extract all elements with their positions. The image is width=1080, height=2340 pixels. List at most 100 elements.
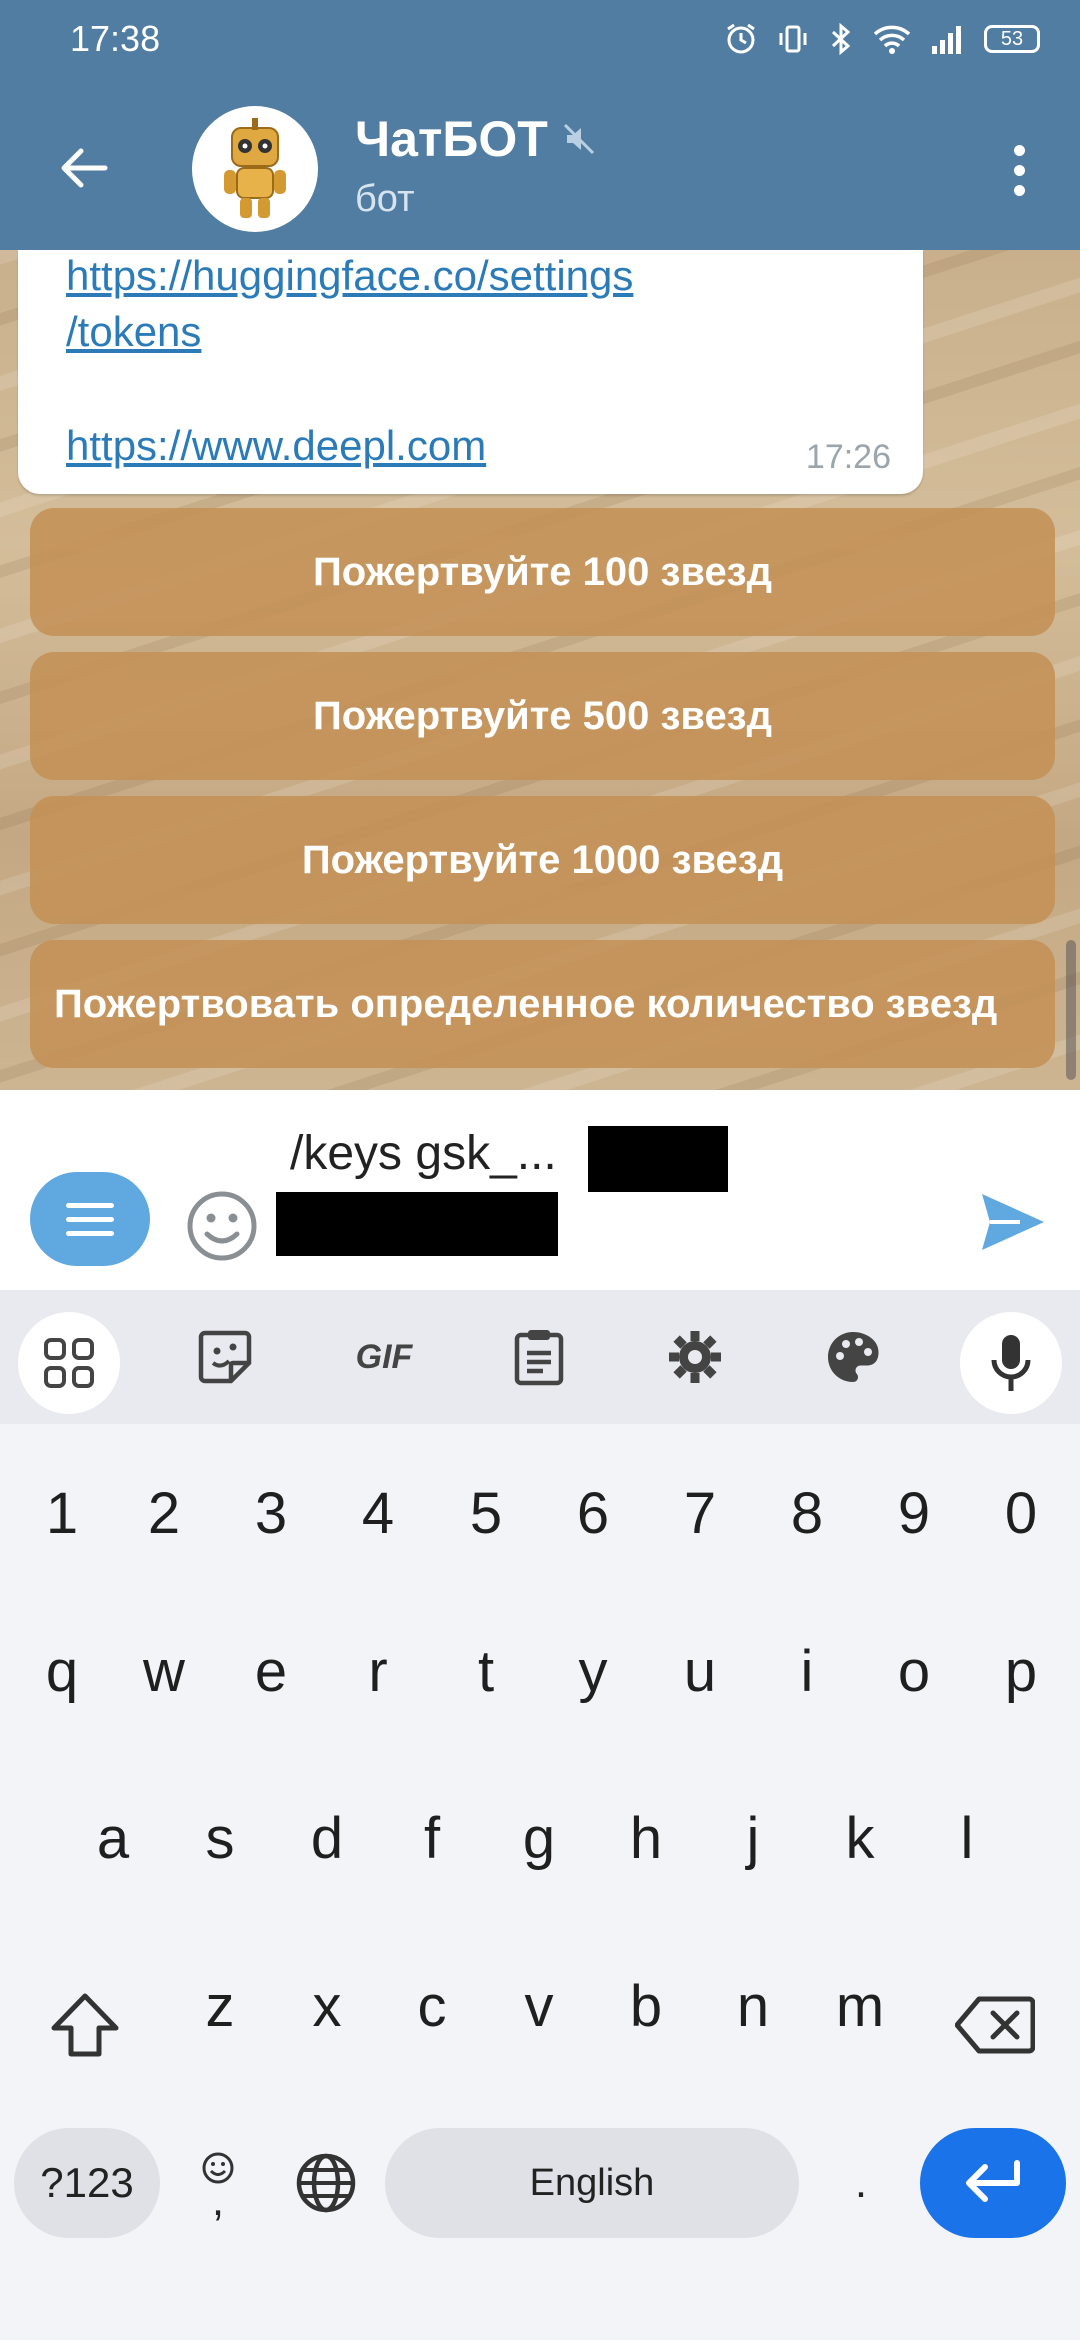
battery-indicator: 53 xyxy=(984,25,1040,53)
key-k[interactable]: k xyxy=(820,1805,900,1872)
chat-subtitle: бот xyxy=(355,178,415,220)
shift-key[interactable] xyxy=(30,1970,140,2080)
bot-menu-button[interactable] xyxy=(30,1172,150,1266)
key-3[interactable]: 3 xyxy=(231,1480,311,1547)
key-9[interactable]: 9 xyxy=(874,1480,954,1547)
key-x[interactable]: x xyxy=(287,1973,367,2040)
dot xyxy=(1013,144,1025,156)
key-2[interactable]: 2 xyxy=(124,1480,204,1547)
key-s[interactable]: s xyxy=(180,1805,260,1872)
redacted-block xyxy=(276,1192,558,1256)
arrow-left-icon xyxy=(61,148,108,188)
key-e[interactable]: e xyxy=(231,1638,311,1705)
globe-icon xyxy=(296,2153,356,2213)
key-z[interactable]: z xyxy=(180,1973,260,2040)
donate-500-button[interactable]: Пожертвуйте 500 звезд xyxy=(30,652,1055,780)
apps-grid-button[interactable] xyxy=(18,1312,120,1414)
signal-icon xyxy=(930,22,966,56)
send-button[interactable] xyxy=(978,1190,1046,1259)
dot xyxy=(1013,184,1025,196)
voice-input-button[interactable] xyxy=(960,1312,1062,1414)
key-0[interactable]: 0 xyxy=(981,1480,1061,1547)
key-g[interactable]: g xyxy=(499,1805,579,1872)
key-a[interactable]: a xyxy=(73,1805,153,1872)
gear-icon xyxy=(669,1331,721,1383)
donate-100-button[interactable]: Пожертвуйте 100 звезд xyxy=(30,508,1055,636)
robot-icon xyxy=(224,118,286,218)
link-huggingface[interactable]: https://huggingface.co/settings xyxy=(66,250,633,304)
sticker-icon xyxy=(198,1330,252,1384)
sticker-button[interactable] xyxy=(192,1324,258,1390)
menu-line xyxy=(66,1230,114,1236)
key-6[interactable]: 6 xyxy=(553,1480,633,1547)
back-button[interactable] xyxy=(46,130,122,206)
message-input[interactable]: /keys gsk_... xyxy=(290,1126,557,1181)
period-key[interactable]: . xyxy=(826,2128,896,2238)
menu-line xyxy=(66,1216,114,1222)
key-r[interactable]: r xyxy=(338,1638,418,1705)
vibrate-icon xyxy=(776,22,810,56)
key-p[interactable]: p xyxy=(981,1638,1061,1705)
message-time: 17:26 xyxy=(805,438,891,476)
more-options-button[interactable] xyxy=(984,130,1054,210)
dot xyxy=(1013,164,1025,176)
message-bubble[interactable]: https://huggingface.co/settings /tokens … xyxy=(18,250,923,494)
key-l[interactable]: l xyxy=(927,1805,1007,1872)
key-j[interactable]: j xyxy=(713,1805,793,1872)
link-deepl[interactable]: https://www.deepl.com xyxy=(66,418,486,474)
clipboard-icon xyxy=(514,1330,564,1386)
key-7[interactable]: 7 xyxy=(660,1480,740,1547)
chat-title-text: ЧатБОТ xyxy=(355,111,548,167)
comma-key[interactable]: , xyxy=(182,2128,254,2238)
chat-title[interactable]: ЧатБОТ xyxy=(355,110,596,168)
key-v[interactable]: v xyxy=(499,1973,579,2040)
backspace-key[interactable] xyxy=(940,1970,1050,2080)
link-huggingface-continued[interactable]: /tokens xyxy=(66,304,201,360)
key-n[interactable]: n xyxy=(713,1973,793,2040)
language-key[interactable] xyxy=(286,2138,366,2228)
muted-icon xyxy=(562,110,596,168)
menu-line xyxy=(66,1202,114,1208)
soft-keyboard: GIF 1 2 3 4 5 6 7 8 9 0 q w e r t y u i … xyxy=(0,1290,1080,2340)
scrollbar[interactable] xyxy=(1066,940,1076,1080)
clipboard-button[interactable] xyxy=(506,1324,572,1390)
key-y[interactable]: y xyxy=(553,1638,633,1705)
gif-button[interactable]: GIF xyxy=(344,1324,424,1390)
key-w[interactable]: w xyxy=(124,1638,204,1705)
chat-area[interactable]: https://huggingface.co/settings /tokens … xyxy=(0,250,1080,1090)
key-t[interactable]: t xyxy=(446,1638,526,1705)
grid-icon xyxy=(44,1338,94,1388)
key-4[interactable]: 4 xyxy=(338,1480,418,1547)
key-b[interactable]: b xyxy=(606,1973,686,2040)
donate-custom-button[interactable]: Пожертвовать определенное количество зве… xyxy=(30,940,1055,1068)
key-1[interactable]: 1 xyxy=(22,1480,102,1547)
symbols-key[interactable]: ?123 xyxy=(14,2128,160,2238)
bluetooth-icon xyxy=(828,22,854,56)
key-f[interactable]: f xyxy=(392,1805,472,1872)
key-m[interactable]: m xyxy=(820,1973,900,2040)
status-icons: 53 xyxy=(724,22,1040,56)
avatar[interactable] xyxy=(192,106,318,232)
enter-key[interactable] xyxy=(920,2128,1066,2238)
key-d[interactable]: d xyxy=(287,1805,367,1872)
key-c[interactable]: c xyxy=(392,1973,472,2040)
key-i[interactable]: i xyxy=(767,1638,847,1705)
message-input-bar: /keys gsk_... xyxy=(0,1090,1080,1290)
theme-button[interactable] xyxy=(820,1324,886,1390)
settings-button[interactable] xyxy=(662,1324,728,1390)
space-key[interactable]: English xyxy=(385,2128,799,2238)
shift-icon xyxy=(51,1993,119,2057)
key-u[interactable]: u xyxy=(660,1638,740,1705)
donate-1000-button[interactable]: Пожертвуйте 1000 звезд xyxy=(30,796,1055,924)
keyboard-toolbar: GIF xyxy=(0,1290,1080,1424)
emoji-button[interactable] xyxy=(186,1190,258,1267)
key-5[interactable]: 5 xyxy=(446,1480,526,1547)
alarm-icon xyxy=(724,22,758,56)
key-8[interactable]: 8 xyxy=(767,1480,847,1547)
key-q[interactable]: q xyxy=(22,1638,102,1705)
key-o[interactable]: o xyxy=(874,1638,954,1705)
key-h[interactable]: h xyxy=(606,1805,686,1872)
status-time: 17:38 xyxy=(70,18,161,59)
smiley-icon xyxy=(187,1191,257,1261)
comma-label: , xyxy=(211,2176,225,2225)
